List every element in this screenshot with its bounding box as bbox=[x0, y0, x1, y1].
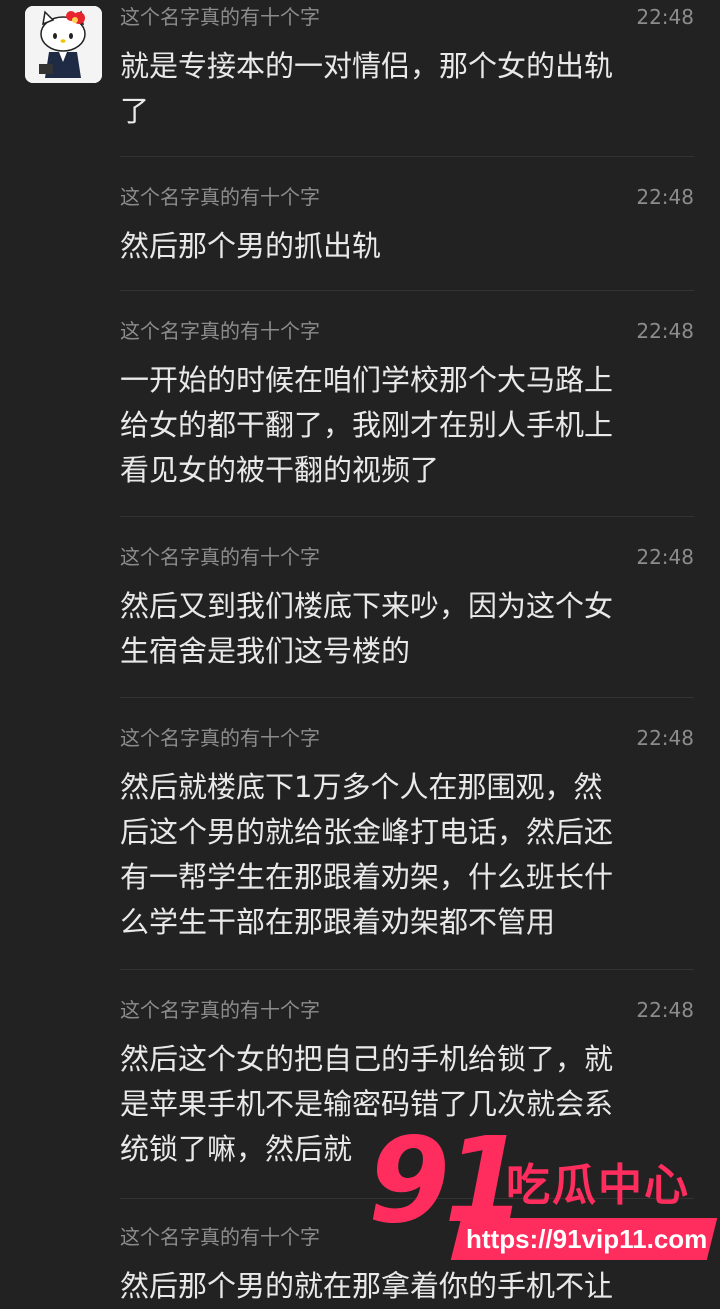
divider bbox=[120, 516, 694, 517]
divider bbox=[120, 969, 694, 970]
watermark-title: 吃瓜中心 bbox=[506, 1160, 690, 1211]
sender-name[interactable]: 这个名字真的有十个字 bbox=[120, 180, 320, 214]
message-text: 然后那个男的就在那拿着你的手机不让 bbox=[120, 1269, 614, 1303]
message-item[interactable]: 这个名字真的有十个字 22:48 然后又到我们楼底下来吵，因为这个女 生宿舍是我… bbox=[120, 540, 694, 674]
sender-name[interactable]: 这个名字真的有十个字 bbox=[120, 314, 320, 348]
message-text: 一开始的时候在咱们学校那个大马路上 给女的都干翻了，我刚才在别人手机上 看见女的… bbox=[120, 363, 614, 487]
divider bbox=[120, 156, 694, 157]
message-time: 22:48 bbox=[636, 5, 694, 29]
divider bbox=[120, 697, 694, 698]
hello-kitty-avatar-icon bbox=[25, 6, 102, 83]
message-item[interactable]: 这个名字真的有十个字 22:48 然后就楼底下1万多个人在那围观，然 后这个男的… bbox=[120, 721, 694, 945]
message-text: 就是专接本的一对情侣，那个女的出轨 了 bbox=[120, 49, 614, 128]
sender-name[interactable]: 这个名字真的有十个字 bbox=[120, 993, 320, 1027]
avatar[interactable] bbox=[25, 6, 102, 83]
message-time: 22:48 bbox=[636, 545, 694, 569]
message-item[interactable]: 这个名字真的有十个字 22:48 然后那个男的抓出轨 bbox=[120, 180, 694, 269]
message-item[interactable]: 这个名字真的有十个字 22:48 一开始的时候在咱们学校那个大马路上 给女的都干… bbox=[120, 314, 694, 493]
message-time: 22:48 bbox=[636, 998, 694, 1022]
sender-name[interactable]: 这个名字真的有十个字 bbox=[120, 540, 320, 574]
watermark-logo: 91 吃瓜中心 https://91vip11.com bbox=[368, 1120, 720, 1266]
divider bbox=[120, 290, 694, 291]
message-text: 然后又到我们楼底下来吵，因为这个女 生宿舍是我们这号楼的 bbox=[120, 589, 614, 668]
sender-name[interactable]: 这个名字真的有十个字 bbox=[120, 1220, 320, 1254]
watermark-url: https://91vip11.com bbox=[466, 1224, 708, 1254]
sender-name[interactable]: 这个名字真的有十个字 bbox=[120, 0, 320, 34]
sender-name[interactable]: 这个名字真的有十个字 bbox=[120, 721, 320, 755]
message-item[interactable]: 这个名字真的有十个字 22:48 就是专接本的一对情侣，那个女的出轨 了 bbox=[120, 0, 694, 134]
message-text: 然后那个男的抓出轨 bbox=[120, 229, 382, 263]
message-time: 22:48 bbox=[636, 319, 694, 343]
message-text: 然后就楼底下1万多个人在那围观，然 后这个男的就给张金峰打电话，然后还 有一帮学… bbox=[120, 770, 614, 939]
message-time: 22:48 bbox=[636, 726, 694, 750]
message-time: 22:48 bbox=[636, 185, 694, 209]
